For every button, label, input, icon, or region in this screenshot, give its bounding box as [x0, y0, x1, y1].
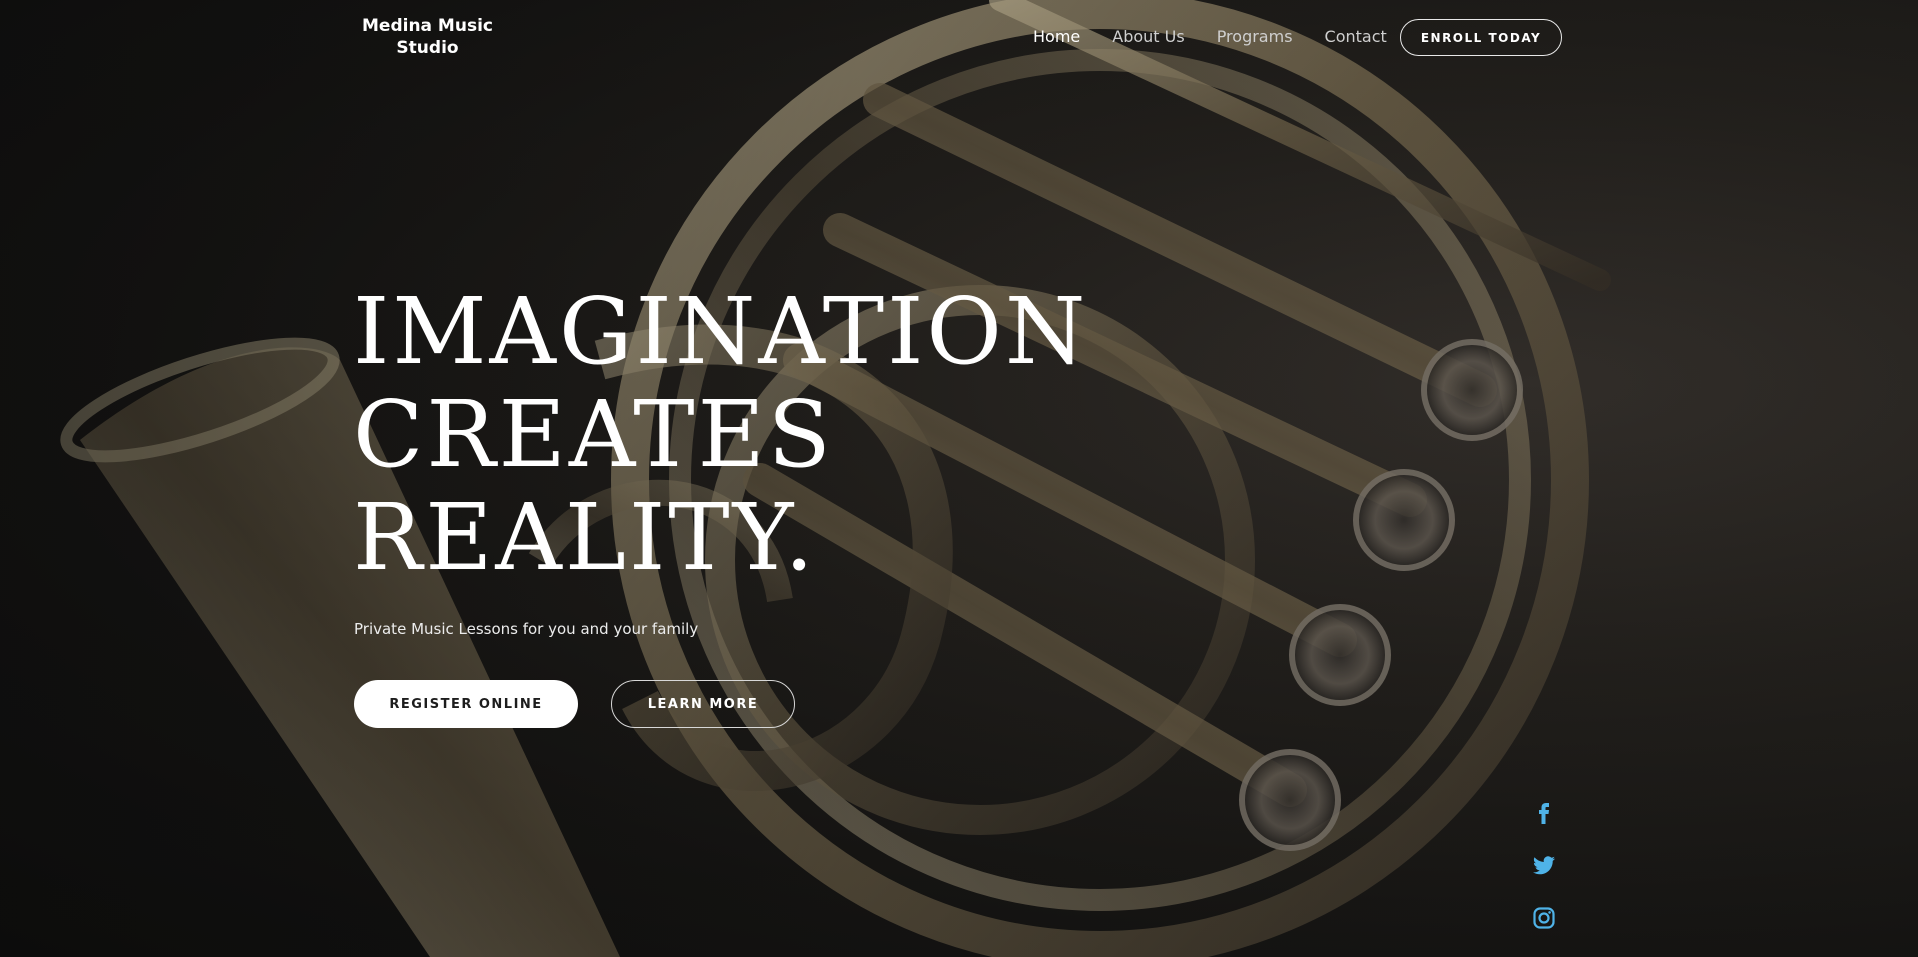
logo-line-2: Studio: [396, 38, 459, 58]
hero-section: Medina Music Studio Home About Us Progra…: [0, 0, 1918, 957]
instagram-icon[interactable]: [1532, 906, 1556, 930]
logo-line-1: Medina Music: [362, 16, 493, 36]
nav-contact[interactable]: Contact: [1325, 27, 1387, 46]
headline-line-2: CREATES: [353, 381, 834, 488]
nav-home[interactable]: Home: [1033, 27, 1080, 46]
nav-about-us[interactable]: About Us: [1112, 27, 1184, 46]
register-online-button[interactable]: REGISTER ONLINE: [354, 680, 578, 728]
headline-line-3: REALITY.: [353, 484, 817, 591]
hero-subtitle: Private Music Lessons for you and your f…: [354, 620, 699, 638]
nav-programs[interactable]: Programs: [1217, 27, 1293, 46]
studio-logo[interactable]: Medina Music Studio: [360, 15, 495, 59]
headline-line-1: IMAGINATION: [353, 278, 1089, 385]
learn-more-button[interactable]: LEARN MORE: [611, 680, 795, 728]
social-links: [1532, 800, 1556, 957]
facebook-icon[interactable]: [1532, 800, 1556, 824]
hero-headline: IMAGINATION CREATES REALITY.: [353, 280, 1088, 589]
twitter-icon[interactable]: [1532, 853, 1556, 877]
enroll-today-button[interactable]: ENROLL TODAY: [1400, 19, 1562, 56]
main-nav: Home About Us Programs Contact: [1033, 27, 1419, 46]
